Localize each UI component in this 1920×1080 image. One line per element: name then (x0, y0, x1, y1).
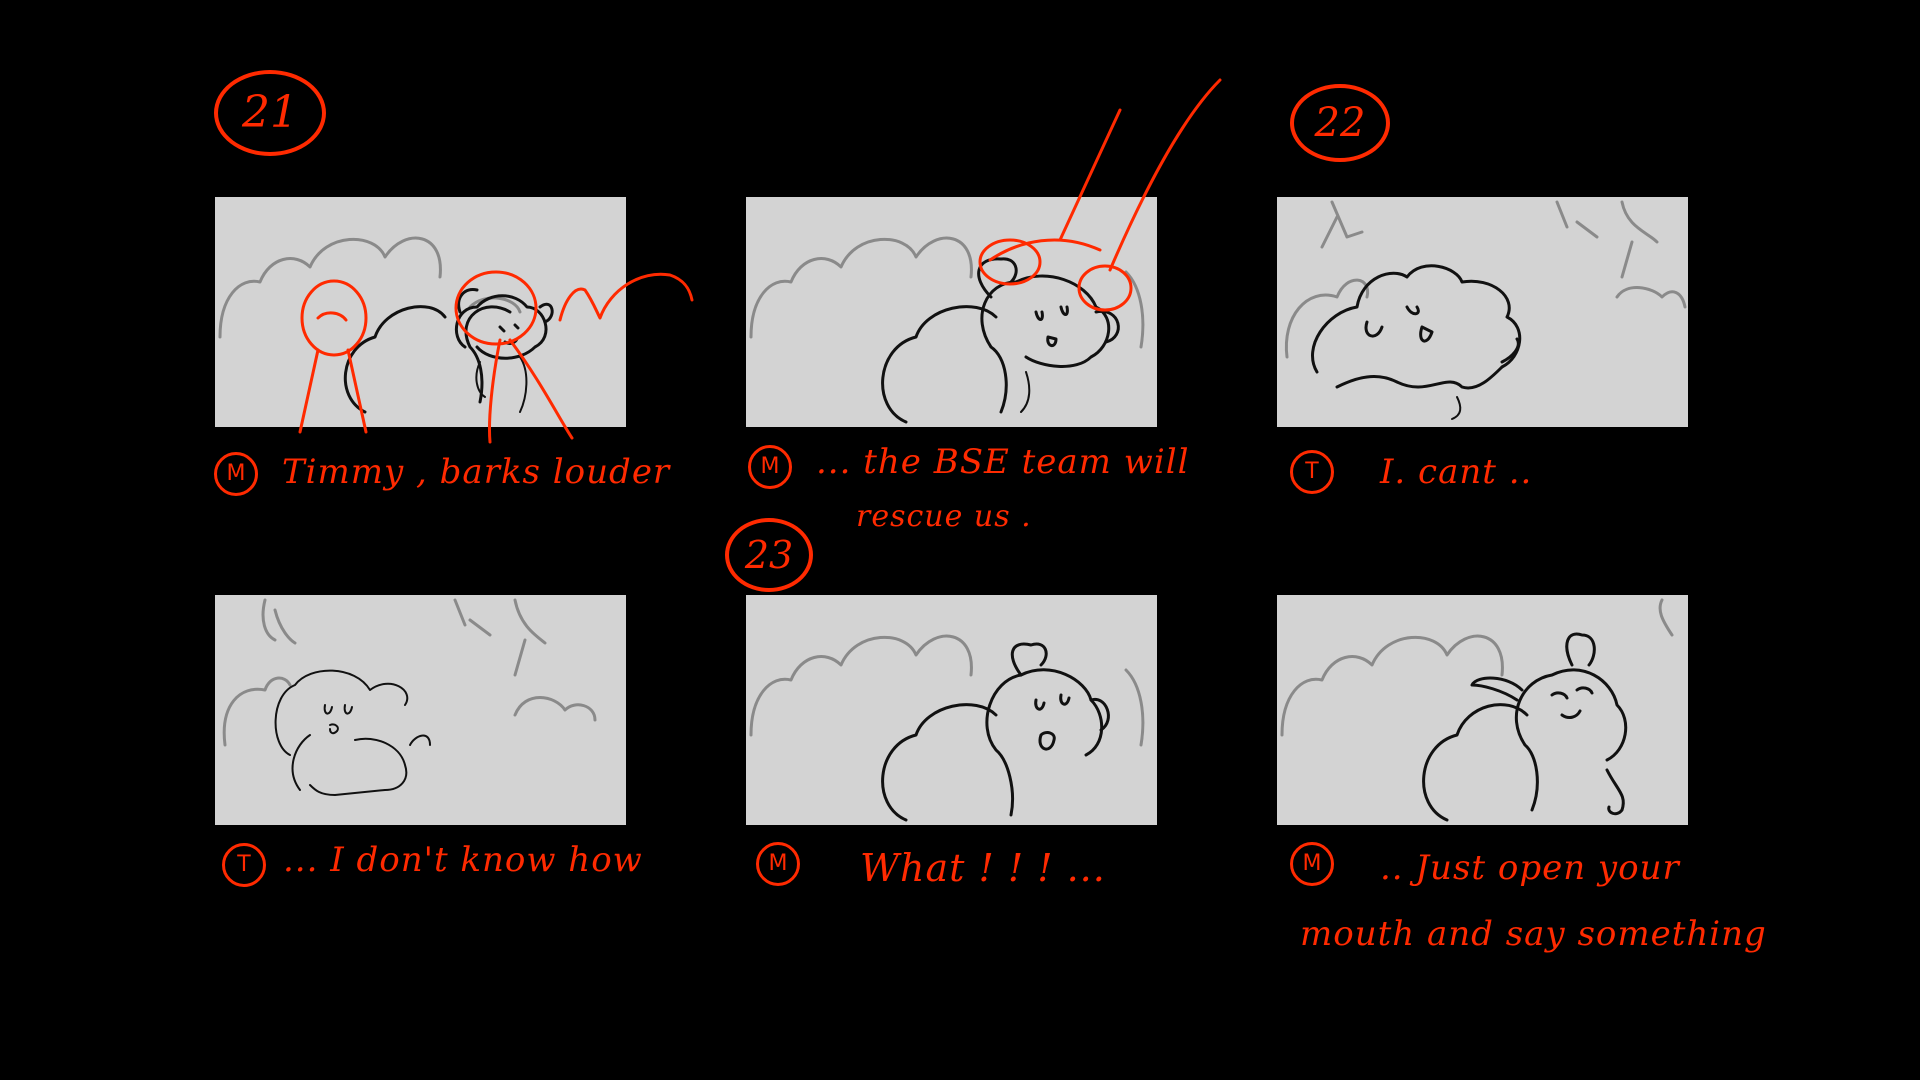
storyboard-sheet: 21 22 23 M Timmy , barks louder M ... th… (0, 0, 1920, 1080)
speaker-badge-6: M (1290, 842, 1334, 886)
speaker-badge-5: M (756, 842, 800, 886)
panel-5-dialogue: What ! ! ! ... (860, 846, 1106, 890)
panel-2-dialogue-line-2: rescue us . (856, 499, 1032, 534)
speaker-badge-3: T (1290, 450, 1334, 494)
panel-4-dialogue: ... I don't know how (283, 840, 643, 880)
panel-2-dialogue-line-1: ... the BSE team will (816, 442, 1190, 482)
panel-6-sketch (1280, 598, 1674, 822)
speaker-badge-2: M (748, 445, 792, 489)
scene-number-23: 23 (725, 518, 813, 592)
panel-1-dialogue: Timmy , barks louder (282, 452, 671, 492)
speaker-badge-4: T (222, 843, 266, 887)
storyboard-panel-3 (1277, 197, 1688, 427)
speaker-badge-1: M (214, 452, 258, 496)
panel-6-dialogue-line-1: .. Just open your (1380, 848, 1680, 888)
panel-3-dialogue: I. cant .. (1380, 452, 1533, 492)
storyboard-panel-1 (215, 197, 626, 427)
panel-4-sketch (222, 598, 597, 796)
panel-5-sketch (749, 634, 1145, 822)
storyboard-panel-5 (746, 595, 1157, 825)
scene-number-22: 22 (1290, 84, 1390, 162)
storyboard-panel-4 (215, 595, 626, 825)
panel-6-dialogue-line-2: mouth and say something (1300, 914, 1767, 954)
storyboard-panel-2 (746, 197, 1157, 427)
storyboard-panel-6 (1277, 595, 1688, 825)
panel-3-sketch (1284, 200, 1687, 420)
panel-2-sketch (749, 236, 1145, 424)
panel-1-sketch (218, 236, 554, 414)
scene-number-21: 21 (214, 70, 326, 156)
